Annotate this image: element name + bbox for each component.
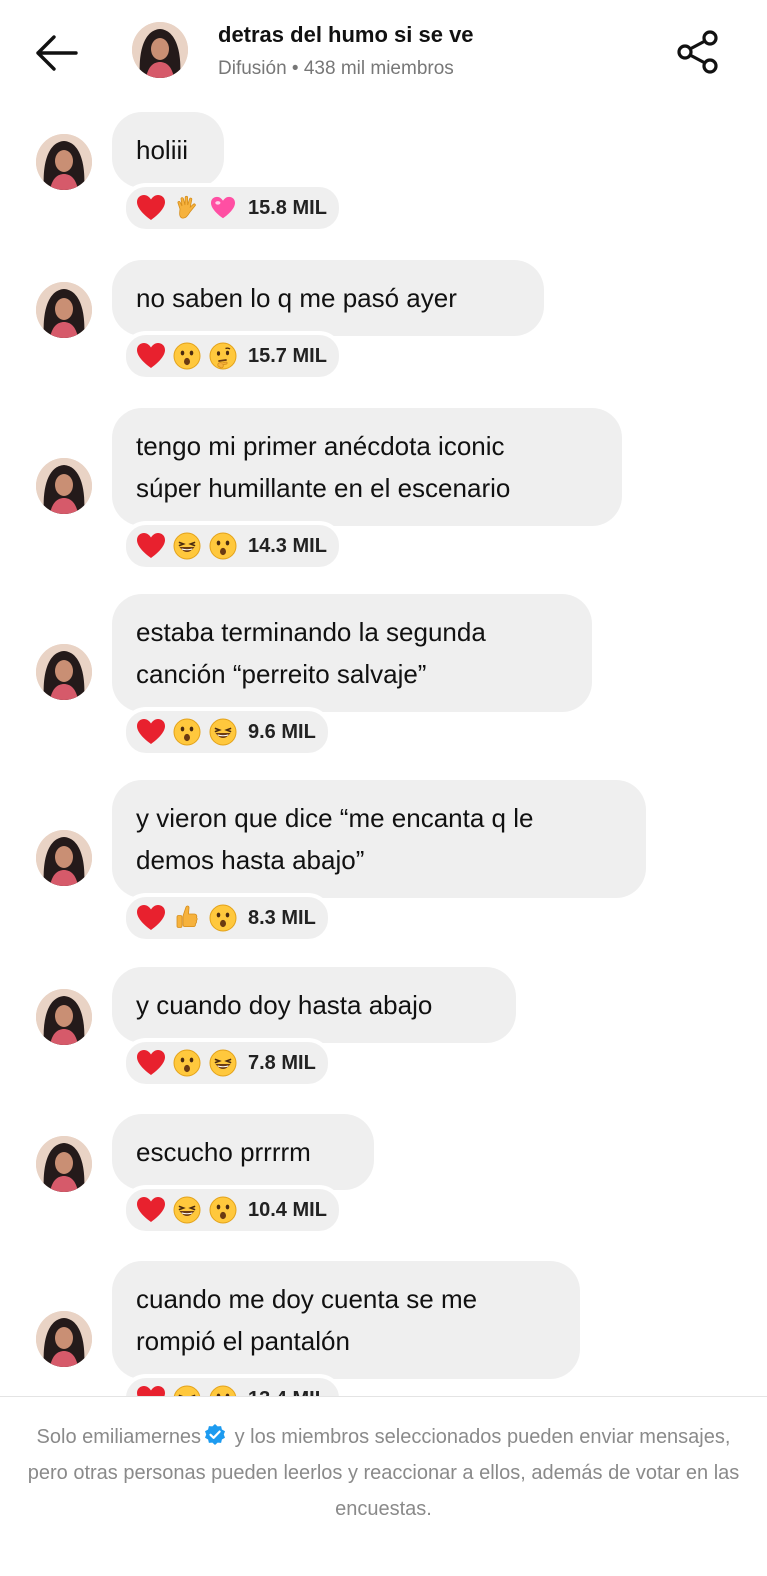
reaction-count: 7.8 MIL [248, 1051, 316, 1074]
back-button[interactable] [28, 28, 84, 78]
sender-avatar[interactable] [36, 830, 92, 886]
message-bubble[interactable]: estaba terminando la segunda canción “per… [112, 594, 592, 712]
reactions-pill[interactable]: 15.7 MIL [122, 331, 343, 381]
message-text-line: estaba terminando la segunda [136, 617, 486, 647]
reactions-pill[interactable]: 10.4 MIL [122, 1185, 343, 1235]
message-text-line: tengo mi primer anécdota iconic [136, 431, 505, 461]
heart-icon [136, 903, 166, 933]
heart-icon [136, 193, 166, 223]
message-text-line: no saben lo q me pasó ayer [136, 283, 457, 313]
sender-avatar[interactable] [36, 989, 92, 1045]
sender-avatar[interactable] [36, 134, 92, 190]
surprised-icon [172, 341, 202, 371]
laughing-icon [208, 717, 238, 747]
broadcast-info-footer: Solo emiliamernes y los miembros selecci… [0, 1396, 767, 1576]
message-row: escucho prrrrm 10.4 MIL [0, 1114, 767, 1246]
message-text-line: escucho prrrrm [136, 1137, 311, 1167]
sender-avatar[interactable] [36, 458, 92, 514]
reactions-pill[interactable]: 8.3 MIL [122, 893, 332, 943]
reactions-pill[interactable]: 15.8 MIL [122, 183, 343, 233]
heart-icon [136, 531, 166, 561]
message-bubble[interactable]: escucho prrrrm [112, 1114, 374, 1190]
reactions-pill[interactable]: 14.3 MIL [122, 521, 343, 571]
message-text-line: demos hasta abajo” [136, 845, 365, 875]
message-bubble[interactable]: cuando me doy cuenta se me rompió el pant… [112, 1261, 580, 1379]
reactions-pill[interactable]: 9.6 MIL [122, 707, 332, 757]
laughing-icon [172, 531, 202, 561]
channel-avatar[interactable] [132, 22, 188, 78]
thinking-icon [208, 341, 238, 371]
message-row: y cuando doy hasta abajo 7.8 MIL [0, 967, 767, 1099]
surprised-icon [208, 531, 238, 561]
reaction-count: 14.3 MIL [248, 534, 327, 557]
message-text-line: y cuando doy hasta abajo [136, 990, 433, 1020]
channel-subtitle: Difusión • 438 mil miembros [218, 58, 454, 79]
surprised-icon [208, 903, 238, 933]
reaction-count: 8.3 MIL [248, 906, 316, 929]
sender-avatar[interactable] [36, 1136, 92, 1192]
message-row: no saben lo q me pasó ayer 15.7 MIL [0, 260, 767, 392]
reactions-pill[interactable]: 7.8 MIL [122, 1038, 332, 1088]
heart-icon [136, 1048, 166, 1078]
message-bubble[interactable]: y vieron que dice “me encanta q le demos … [112, 780, 646, 898]
message-text-line: rompió el pantalón [136, 1326, 350, 1356]
channel-title[interactable]: detras del humo si se ve [218, 22, 474, 48]
laughing-icon [172, 1195, 202, 1225]
share-button[interactable] [672, 26, 724, 78]
message-text-line: súper humillante en el escenario [136, 473, 511, 503]
reaction-count: 9.6 MIL [248, 720, 316, 743]
message-text-line: cuando me doy cuenta se me [136, 1284, 478, 1314]
laughing-icon [208, 1048, 238, 1078]
sender-avatar[interactable] [36, 1311, 92, 1367]
message-text-line: canción “perreito salvaje” [136, 659, 427, 689]
heart-icon [136, 341, 166, 371]
pink-heart-icon [208, 193, 238, 223]
message-bubble[interactable]: no saben lo q me pasó ayer [112, 260, 544, 336]
message-text-line: y vieron que dice “me encanta q le [136, 803, 534, 833]
surprised-icon [172, 1048, 202, 1078]
verified-badge-icon [205, 1424, 226, 1445]
message-row: tengo mi primer anécdota iconic súper hum… [0, 408, 767, 582]
reaction-count: 15.7 MIL [248, 344, 327, 367]
message-row: holiii 15.8 MIL [0, 112, 767, 244]
chat-header: detras del humo si se ve Difusión • 438 … [0, 0, 767, 108]
heart-icon [136, 717, 166, 747]
reaction-count: 15.8 MIL [248, 196, 327, 219]
message-row: y vieron que dice “me encanta q le demos … [0, 780, 767, 954]
wave-icon [172, 193, 202, 223]
sender-avatar[interactable] [36, 644, 92, 700]
message-bubble[interactable]: tengo mi primer anécdota iconic súper hum… [112, 408, 622, 526]
reaction-count: 10.4 MIL [248, 1198, 327, 1221]
broadcast-notice: Solo emiliamernes y los miembros selecci… [20, 1419, 747, 1527]
sender-avatar[interactable] [36, 282, 92, 338]
share-icon [677, 30, 718, 74]
message-bubble[interactable]: y cuando doy hasta abajo [112, 967, 516, 1043]
heart-icon [136, 1195, 166, 1225]
thumbs-up-icon [172, 903, 202, 933]
message-row: estaba terminando la segunda canción “per… [0, 594, 767, 768]
message-bubble[interactable]: holiii [112, 112, 224, 188]
arrow-left-icon [36, 35, 78, 71]
message-text-line: holiii [136, 135, 189, 165]
notice-owner[interactable]: Solo emiliamernes [37, 1426, 202, 1448]
surprised-icon [172, 717, 202, 747]
surprised-icon [208, 1195, 238, 1225]
